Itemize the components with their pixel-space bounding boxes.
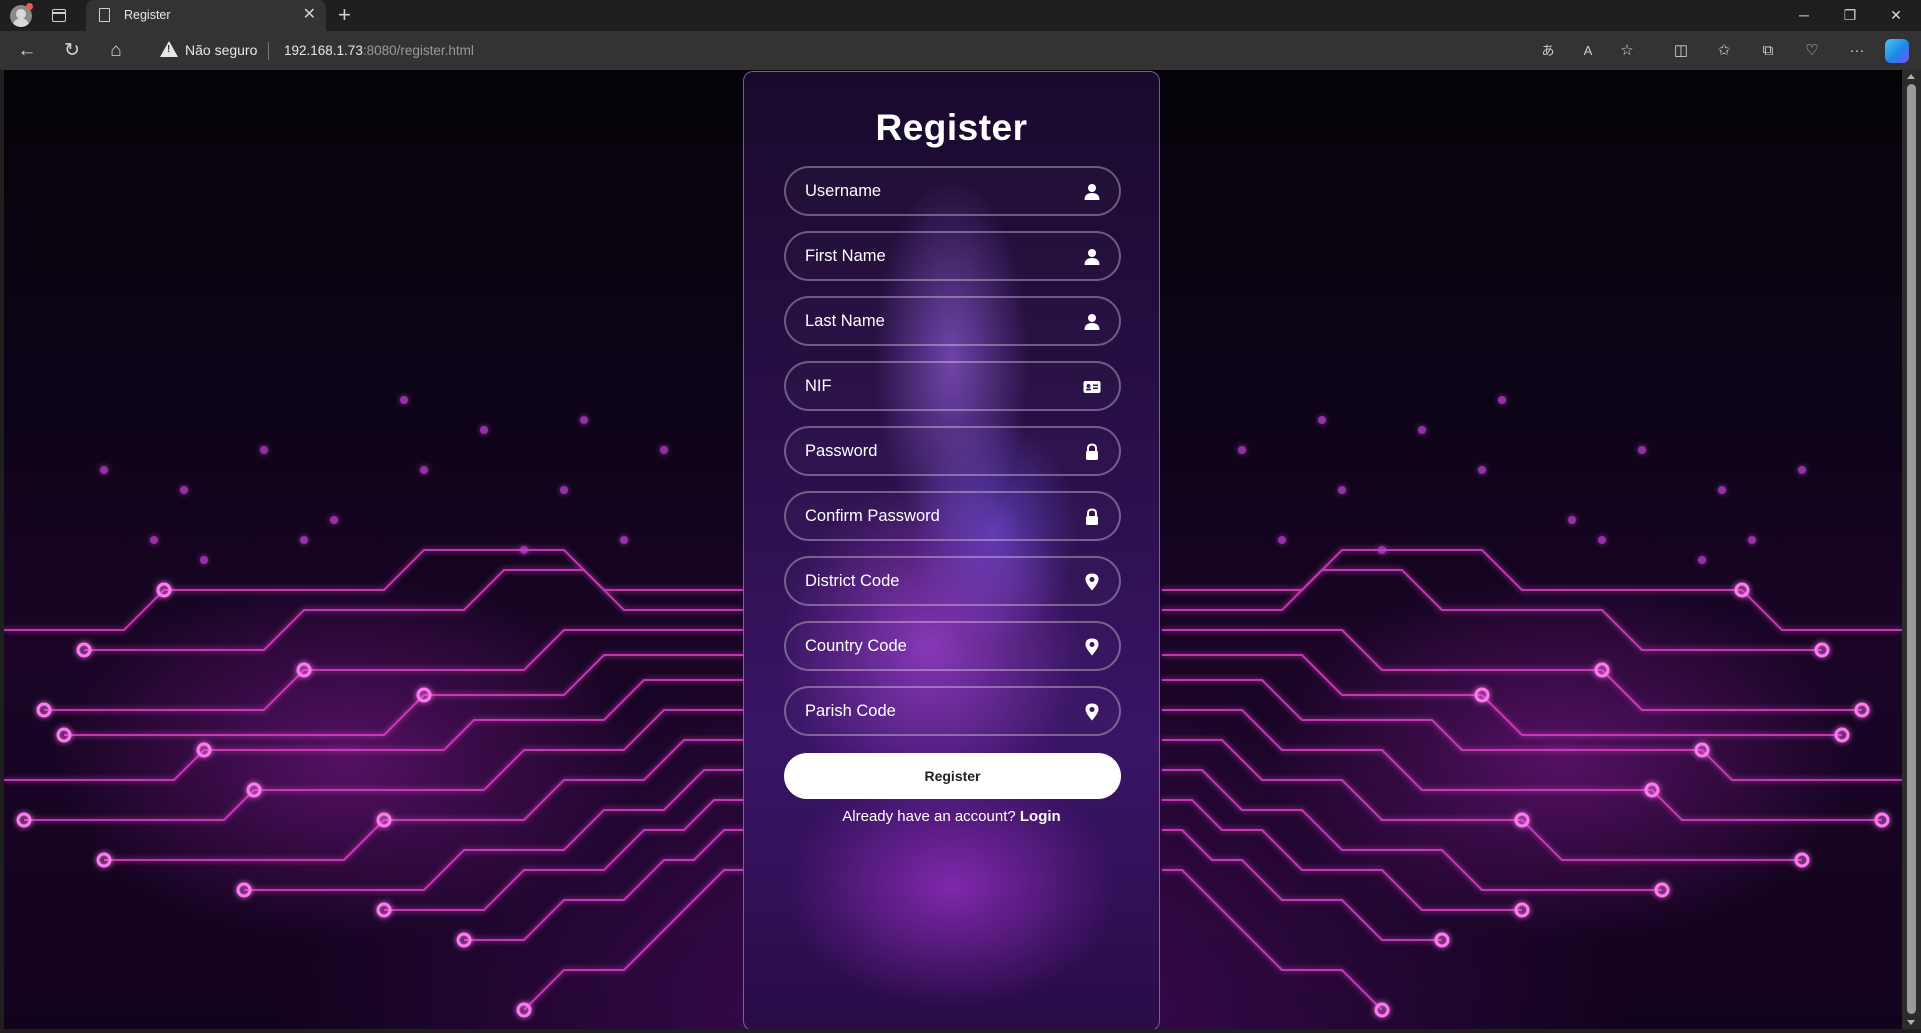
url-text[interactable]: 192.168.1.73:8080/register.html <box>284 43 474 58</box>
nif-input[interactable] <box>786 363 1119 409</box>
close-window-button[interactable]: ✕ <box>1873 0 1919 31</box>
first-name-input[interactable] <box>786 233 1119 279</box>
page-icon <box>99 8 110 22</box>
lock-icon <box>1086 508 1098 525</box>
id-card-icon <box>1083 381 1101 393</box>
browser-toolbar: ← ↻ ⌂ Não seguro 192.168.1.73:8080/regis… <box>0 31 1921 70</box>
security-status[interactable]: Não seguro <box>185 42 257 58</box>
country-code-field[interactable] <box>784 621 1121 671</box>
browser-tab-bar: Register ✕ + ─ ❐ ✕ <box>0 0 1921 31</box>
url-divider <box>268 42 269 60</box>
copilot-icon[interactable] <box>1885 39 1909 63</box>
confirm-password-input[interactable] <box>786 493 1119 539</box>
tab-close-icon[interactable]: ✕ <box>303 5 316 25</box>
password-input[interactable] <box>786 428 1119 474</box>
password-field[interactable] <box>784 426 1121 476</box>
confirm-password-field[interactable] <box>784 491 1121 541</box>
nif-field[interactable] <box>784 361 1121 411</box>
split-screen-icon[interactable]: ◫ <box>1670 40 1692 62</box>
lock-icon <box>1086 443 1098 460</box>
location-pin-icon <box>1085 703 1099 721</box>
location-pin-icon <box>1085 573 1099 591</box>
warning-icon <box>160 41 178 57</box>
parish-code-field[interactable] <box>784 686 1121 736</box>
login-link[interactable]: Login <box>1020 808 1061 825</box>
scroll-down-arrow-icon[interactable] <box>1907 1020 1915 1025</box>
last-name-field[interactable] <box>784 296 1121 346</box>
restore-button[interactable]: ❐ <box>1827 0 1873 31</box>
minimize-button[interactable]: ─ <box>1781 0 1827 31</box>
new-tab-button[interactable]: + <box>338 2 351 28</box>
refresh-icon[interactable]: ↻ <box>60 39 84 63</box>
more-menu-icon[interactable]: ··· <box>1846 40 1868 62</box>
tab-title: Register <box>124 8 171 22</box>
country-code-input[interactable] <box>786 623 1119 669</box>
last-name-input[interactable] <box>786 298 1119 344</box>
register-submit-button[interactable]: Register <box>784 753 1121 799</box>
back-arrow-icon[interactable]: ← <box>15 39 39 63</box>
collections-icon[interactable]: ⧉ <box>1757 40 1779 62</box>
form-title: Register <box>875 107 1028 148</box>
page-viewport: Register Username First Name Last Name N… <box>4 70 1902 1029</box>
home-icon[interactable]: ⌂ <box>104 39 128 63</box>
location-pin-icon <box>1085 638 1099 656</box>
login-prompt-text: Already have an account? <box>842 808 1016 825</box>
username-field[interactable] <box>784 166 1121 216</box>
browser-tab-register[interactable]: Register ✕ <box>86 0 326 31</box>
scroll-thumb[interactable] <box>1907 84 1916 1014</box>
profile-notification-dot <box>26 3 33 10</box>
url-path: :8080/register.html <box>362 43 474 58</box>
scroll-up-arrow-icon[interactable] <box>1907 74 1915 79</box>
parish-code-input[interactable] <box>786 688 1119 734</box>
user-icon <box>1084 314 1100 330</box>
first-name-field[interactable] <box>784 231 1121 281</box>
district-code-field[interactable] <box>784 556 1121 606</box>
register-card: Register Username First Name Last Name N… <box>743 71 1160 1029</box>
tab-actions-icon[interactable] <box>52 9 66 22</box>
translate-icon[interactable]: あ <box>1537 40 1559 62</box>
username-input[interactable] <box>786 168 1119 214</box>
favorites-icon[interactable]: ✩ <box>1713 40 1735 62</box>
login-prompt: Already have an account? Login <box>744 808 1159 825</box>
url-host: 192.168.1.73 <box>284 43 363 58</box>
vertical-scrollbar[interactable] <box>1902 70 1921 1029</box>
read-aloud-icon[interactable]: A <box>1577 40 1599 62</box>
district-code-input[interactable] <box>786 558 1119 604</box>
user-icon <box>1084 249 1100 265</box>
user-icon <box>1084 184 1100 200</box>
favorite-star-icon[interactable]: ☆ <box>1616 40 1638 62</box>
browser-essentials-icon[interactable]: ♡ <box>1801 40 1823 62</box>
